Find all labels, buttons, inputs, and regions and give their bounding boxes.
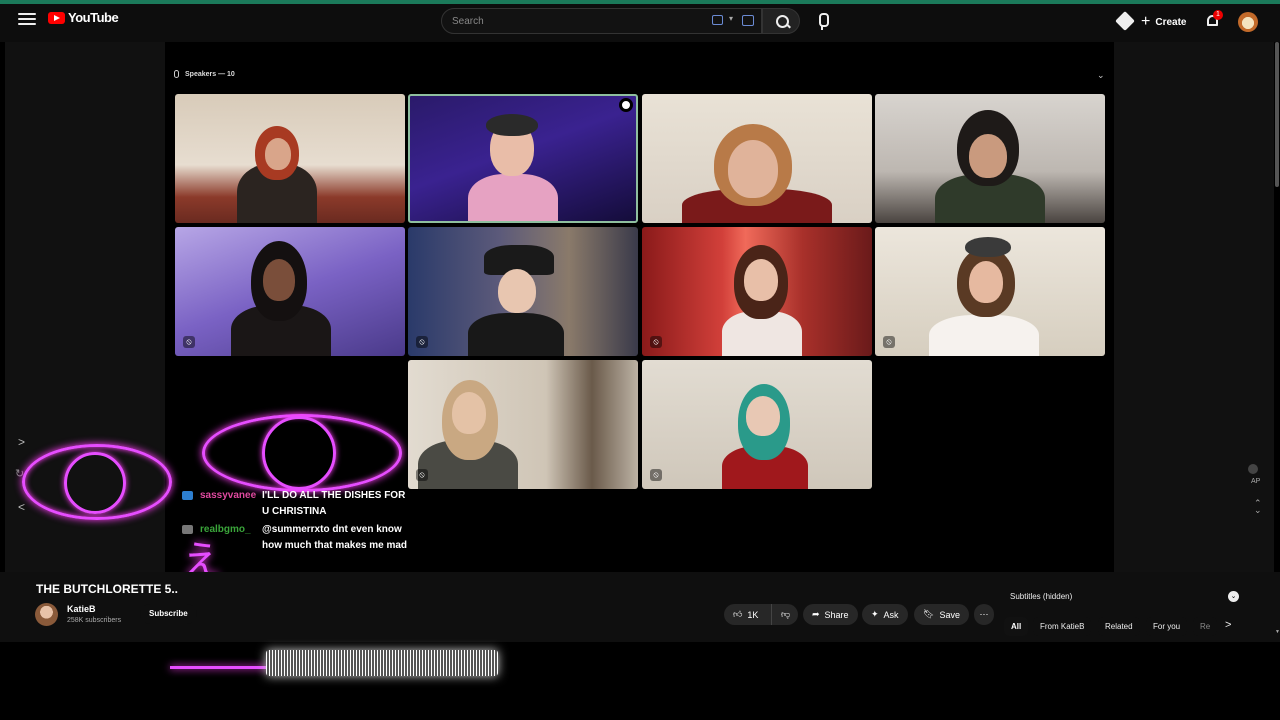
muted-mic-icon: ⦸ <box>650 469 662 481</box>
filter-chip-all[interactable]: All <box>1004 617 1029 636</box>
neon-beam-overlay <box>170 666 270 669</box>
chat-overlay: sassyvanee I'LL DO ALL THE DISHES FOR U … <box>180 488 410 556</box>
muted-mic-icon: ⦸ <box>416 336 428 348</box>
chevron-down-icon[interactable]: ⌄ <box>1228 591 1239 602</box>
mic-icon <box>174 70 179 78</box>
ask-label: Ask <box>883 609 899 620</box>
like-count: 1K <box>747 609 759 620</box>
speaker-tile[interactable]: ⦸ <box>175 227 405 356</box>
share-icon: ➦ <box>812 609 820 619</box>
muted-mic-icon: ⦸ <box>183 336 195 348</box>
scroll-down-caret: ▼ <box>1275 629 1280 635</box>
share-label: Share <box>824 609 849 620</box>
chevron-right-icon[interactable]: > <box>1225 619 1231 631</box>
like-button[interactable]: 👍︎ 1K <box>724 604 771 625</box>
chevron-down-icon[interactable]: ▾ <box>729 14 733 23</box>
speaker-tile[interactable] <box>875 94 1105 223</box>
chat-badge-icon <box>182 525 193 534</box>
user-avatar[interactable] <box>1238 12 1258 32</box>
filter-chip-recent[interactable]: Re <box>1193 617 1218 636</box>
channel-name[interactable]: KatieB <box>67 604 96 614</box>
speaker-tile[interactable]: ⦸ <box>408 360 638 489</box>
muted-mic-icon: ⦸ <box>883 336 895 348</box>
search-input[interactable] <box>452 12 702 30</box>
thumbs-down-icon: 👎︎ <box>781 609 791 619</box>
menu-icon[interactable] <box>17 9 37 29</box>
lens-search-icon[interactable] <box>742 15 754 26</box>
muted-mic-icon: ⦸ <box>650 336 662 348</box>
pin-icon[interactable] <box>619 98 633 112</box>
more-actions-icon[interactable]: ⋯ <box>974 604 994 625</box>
speaker-tile[interactable] <box>175 94 405 223</box>
chat-username: realbgmo_ <box>200 524 251 535</box>
logo-text: YouTube <box>68 10 119 25</box>
filter-chip-related[interactable]: Related <box>1098 617 1140 636</box>
subscribe-button[interactable]: Subscribe <box>140 604 197 624</box>
filter-chip-for-you[interactable]: For you <box>1146 617 1188 636</box>
speaker-tile-active[interactable] <box>408 94 638 223</box>
save-label: Save <box>939 609 960 620</box>
dislike-button[interactable]: 👎︎ <box>771 604 798 625</box>
ap-label: AP <box>1251 478 1261 485</box>
bookmark-icon: 🔖︎ <box>923 609 935 619</box>
youtube-logo[interactable]: YouTube <box>48 10 119 25</box>
chevron-left-icon[interactable]: < <box>18 500 25 514</box>
filter-chip-from-channel[interactable]: From KatieB <box>1033 617 1092 636</box>
chat-username: sassyvanee <box>200 490 257 501</box>
page-scrollbar[interactable] <box>1275 42 1279 187</box>
search-button[interactable] <box>762 8 800 34</box>
youtube-play-icon <box>48 11 65 24</box>
chat-text: @summerrxto dnt even know how much that … <box>262 524 408 551</box>
speaker-tile[interactable]: ⦸ <box>642 360 872 489</box>
create-label: Create <box>1155 16 1187 28</box>
speaker-tile[interactable] <box>642 94 872 223</box>
save-button[interactable]: 🔖︎ Save <box>914 604 969 625</box>
voice-search-icon[interactable] <box>814 13 830 31</box>
neon-eye-pupil <box>262 416 336 490</box>
notification-badge: 1 <box>1213 10 1223 20</box>
thumbs-up-icon: 👍︎ <box>733 609 743 619</box>
speakers-header: Speakers — 10 <box>174 70 235 78</box>
sparkle-icon: ✦ <box>871 609 879 619</box>
chat-message: realbgmo_ @summerrxto dnt even know how … <box>180 522 410 554</box>
keyboard-icon[interactable] <box>712 15 723 25</box>
chat-message: sassyvanee I'LL DO ALL THE DISHES FOR U … <box>180 488 410 520</box>
video-title: THE BUTCHLORETTE 5.. <box>36 582 179 596</box>
right-panel <box>1114 42 1274 572</box>
subscriber-count: 258K subscribers <box>67 617 122 624</box>
static-noise-overlay <box>266 650 498 676</box>
neon-eye-pupil <box>64 452 126 514</box>
muted-mic-icon: ⦸ <box>416 469 428 481</box>
speaker-tile[interactable]: ⦸ <box>408 227 638 356</box>
create-button[interactable]: + Create <box>1141 11 1186 33</box>
share-button[interactable]: ➦ Share <box>803 604 858 625</box>
expand-collapse-icon[interactable]: ⌃ ⌄ <box>1254 499 1262 515</box>
ask-button[interactable]: ✦ Ask <box>862 604 908 625</box>
plus-icon: + <box>1141 13 1151 30</box>
speaker-tile[interactable]: ⦸ <box>875 227 1105 356</box>
chevron-down-icon[interactable]: ⌄ <box>1097 70 1105 81</box>
chat-badge-icon <box>182 491 193 500</box>
speaker-tile[interactable]: ⦸ <box>642 227 872 356</box>
speakers-label: Speakers — 10 <box>185 70 235 78</box>
channel-avatar[interactable] <box>35 603 58 626</box>
status-dot <box>1248 464 1258 474</box>
subtitles-panel-header[interactable]: Subtitles (hidden) <box>1004 587 1244 607</box>
chevron-right-icon[interactable]: > <box>18 435 25 449</box>
chat-text: I'LL DO ALL THE DISHES FOR U CHRISTINA <box>262 490 406 517</box>
